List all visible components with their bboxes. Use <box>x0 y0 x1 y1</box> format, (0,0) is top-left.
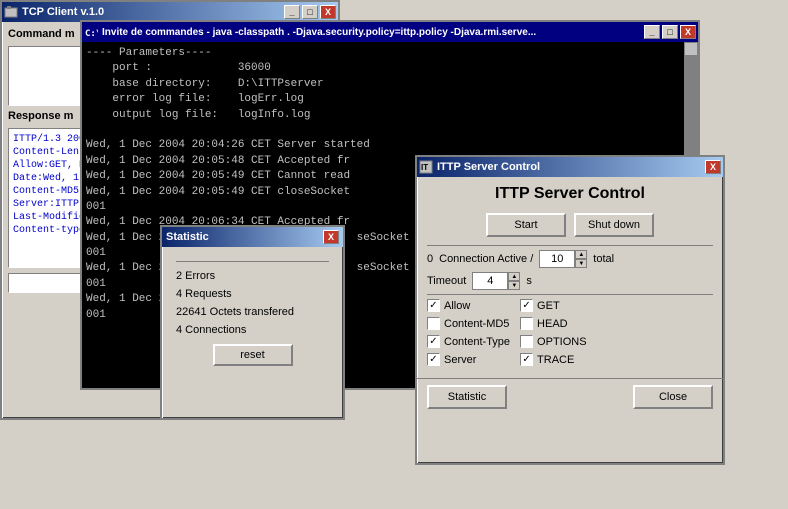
content-type-checkbox[interactable] <box>427 335 440 348</box>
checkboxes-right: GET HEAD OPTIONS TRACE <box>520 299 587 366</box>
timeout-label: Timeout <box>427 275 466 287</box>
stat-title: Statistic <box>166 231 209 243</box>
timeout-spinner: 4 ▲ ▼ <box>472 272 520 290</box>
total-down-arrow[interactable]: ▼ <box>575 259 587 268</box>
separator-2 <box>427 294 713 295</box>
allow-checkbox[interactable] <box>427 299 440 312</box>
statistic-window: Statistic X 2 Errors 4 Requests 22641 Oc… <box>160 225 345 420</box>
timeout-down-arrow[interactable]: ▼ <box>508 281 520 290</box>
stat-close-btn[interactable]: X <box>323 230 339 244</box>
reset-button[interactable]: reset <box>213 344 293 366</box>
stat-title-bar: Statistic X <box>162 227 343 247</box>
connection-row: 0 Connection Active / 10 ▲ ▼ total <box>427 250 713 268</box>
ittp-close-btn[interactable]: X <box>705 160 721 174</box>
checkbox-trace: TRACE <box>520 353 587 366</box>
head-checkbox[interactable] <box>520 317 533 330</box>
cmd-title: Invite de commandes - java -classpath . … <box>102 27 536 38</box>
tcp-title-bar: TCP Client v.1.0 _ □ X <box>2 2 338 22</box>
checkbox-options: OPTIONS <box>520 335 587 348</box>
checkboxes-left: Allow Content-MD5 Content-Type Server <box>427 299 510 366</box>
tcp-title: TCP Client v.1.0 <box>22 6 104 18</box>
timeout-value[interactable]: 4 <box>472 272 508 290</box>
shutdown-button[interactable]: Shut down <box>574 213 654 237</box>
stat-connections: 4 Connections <box>176 324 329 336</box>
stat-errors: 2 Errors <box>176 270 329 282</box>
tcp-close-btn[interactable]: X <box>320 5 336 19</box>
tcp-minimize-btn[interactable]: _ <box>284 5 300 19</box>
stat-divider <box>176 261 329 262</box>
ittp-header: ITTP Server Control <box>417 177 723 209</box>
server-checkbox[interactable] <box>427 353 440 366</box>
total-up-arrow[interactable]: ▲ <box>575 250 587 259</box>
timeout-unit: s <box>526 275 532 287</box>
checkbox-get: GET <box>520 299 587 312</box>
checkbox-head: HEAD <box>520 317 587 330</box>
trace-checkbox[interactable] <box>520 353 533 366</box>
checkbox-allow: Allow <box>427 299 510 312</box>
content-md5-checkbox[interactable] <box>427 317 440 330</box>
svg-text:C:\: C:\ <box>85 29 98 39</box>
checkbox-content-type: Content-Type <box>427 335 510 348</box>
stat-octets: 22641 Octets transfered <box>176 306 329 318</box>
connection-label: Connection Active / <box>439 253 533 265</box>
timeout-row: Timeout 4 ▲ ▼ s <box>427 272 713 290</box>
cmd-minimize-btn[interactable]: _ <box>644 25 660 39</box>
tcp-maximize-btn[interactable]: □ <box>302 5 318 19</box>
total-spinner: 10 ▲ ▼ <box>539 250 587 268</box>
separator-1 <box>427 245 713 246</box>
timeout-up-arrow[interactable]: ▲ <box>508 272 520 281</box>
cmd-icon: C:\ <box>84 25 98 39</box>
get-checkbox[interactable] <box>520 299 533 312</box>
ittp-icon: IT <box>419 160 433 174</box>
ittp-title-bar: IT ITTP Server Control X <box>417 157 723 177</box>
total-value[interactable]: 10 <box>539 250 575 268</box>
svg-text:IT: IT <box>421 163 428 172</box>
stat-reset-row: reset <box>176 344 329 366</box>
ittp-action-buttons: Start Shut down <box>427 213 713 237</box>
options-checkbox[interactable] <box>520 335 533 348</box>
cmd-close-btn[interactable]: X <box>680 25 696 39</box>
ittp-footer: Statistic Close <box>417 378 723 413</box>
ittp-server-window: IT ITTP Server Control X ITTP Server Con… <box>415 155 725 465</box>
statistic-button[interactable]: Statistic <box>427 385 507 409</box>
ittp-body: Start Shut down 0 Connection Active / 10… <box>417 209 723 374</box>
cmd-title-bar: C:\ Invite de commandes - java -classpat… <box>82 22 698 42</box>
start-button[interactable]: Start <box>486 213 566 237</box>
tcp-icon <box>4 5 18 19</box>
checkbox-server: Server <box>427 353 510 366</box>
connection-value: 0 <box>427 253 433 265</box>
stat-body: 2 Errors 4 Requests 22641 Octets transfe… <box>162 247 343 374</box>
checkbox-content-md5: Content-MD5 <box>427 317 510 330</box>
ittp-title: ITTP Server Control <box>437 161 540 173</box>
scroll-up-btn[interactable]: ▲ <box>684 42 698 56</box>
cmd-maximize-btn[interactable]: □ <box>662 25 678 39</box>
total-label: total <box>593 253 614 265</box>
checkbox-grid: Allow Content-MD5 Content-Type Server <box>427 299 713 366</box>
stat-requests: 4 Requests <box>176 288 329 300</box>
close-button[interactable]: Close <box>633 385 713 409</box>
